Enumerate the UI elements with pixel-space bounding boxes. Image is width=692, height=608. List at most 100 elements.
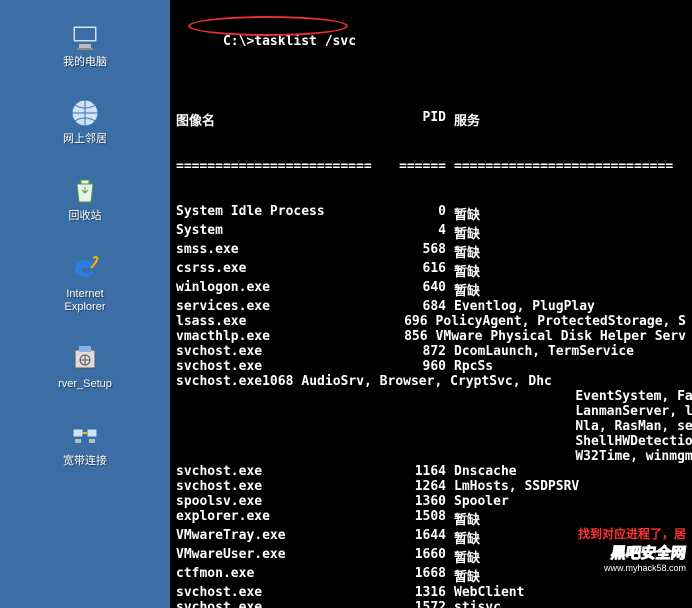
watermark: 找到对应进程了，居 黑吧安全网 www.myhack58.com: [578, 525, 686, 573]
process-services: 暂缺: [446, 547, 480, 566]
process-pid: 1068: [262, 374, 293, 464]
process-image-name: svchost.exe: [176, 359, 396, 374]
process-pid: 960: [396, 359, 446, 374]
process-pid: 1164: [396, 464, 446, 479]
desktop-icon-recycle[interactable]: 回收站: [50, 174, 120, 223]
process-pid: 1508: [396, 509, 446, 528]
process-row: svchost.exe960RpcSs: [176, 359, 686, 374]
process-image-name: winlogon.exe: [176, 280, 396, 299]
process-image-name: System: [176, 223, 396, 242]
process-pid: 4: [396, 223, 446, 242]
process-row: svchost.exe1264LmHosts, SSDPSRV: [176, 479, 686, 494]
table-divider: ========================= ====== =======…: [176, 159, 686, 174]
command-text: C:\>tasklist /svc: [223, 34, 356, 49]
process-services: VMware Physical Disk Helper Serv: [428, 329, 686, 344]
process-pid: 1644: [396, 528, 446, 547]
process-pid: 856: [381, 329, 428, 344]
process-pid: 696: [381, 314, 428, 329]
process-row: svchost.exe1068AudioSrv, Browser, CryptS…: [176, 374, 686, 464]
process-services: 暂缺: [446, 204, 480, 223]
process-pid: 1360: [396, 494, 446, 509]
desktop-icon-label: 我的电脑: [63, 56, 107, 69]
process-services: Spooler: [446, 494, 509, 509]
desktop-icon-network[interactable]: 网上邻居: [50, 97, 120, 146]
ie-icon: [69, 252, 101, 284]
process-pid: 616: [396, 261, 446, 280]
process-image-name: svchost.exe: [176, 344, 396, 359]
process-services: 暂缺: [446, 566, 480, 585]
process-row: System Idle Process0暂缺: [176, 204, 686, 223]
process-image-name: svchost.exe: [176, 600, 396, 608]
process-row: svchost.exe872DcomLaunch, TermService: [176, 344, 686, 359]
process-services: AudioSrv, Browser, CryptSvc, Dhc EventSy…: [293, 374, 692, 464]
process-row: vmacthlp.exe856VMware Physical Disk Help…: [176, 329, 686, 344]
watermark-url: www.myhack58.com: [578, 563, 686, 573]
process-image-name: VMwareUser.exe: [176, 547, 396, 566]
process-pid: 872: [396, 344, 446, 359]
process-services: WebClient: [446, 585, 524, 600]
desktop-icon-label: Internet Explorer: [65, 288, 106, 314]
network-icon: [69, 97, 101, 129]
header-pid: PID: [396, 110, 446, 129]
process-pid: 684: [396, 299, 446, 314]
process-services: 暂缺: [446, 280, 480, 299]
desktop-icon-broadband[interactable]: 宽带连接: [50, 419, 120, 468]
process-services: LmHosts, SSDPSRV: [446, 479, 579, 494]
process-image-name: ctfmon.exe: [176, 566, 396, 585]
header-service: 服务: [446, 110, 480, 129]
process-image-name: csrss.exe: [176, 261, 396, 280]
process-image-name: svchost.exe: [176, 464, 396, 479]
watermark-text: 黑吧安全网: [577, 542, 688, 563]
process-image-name: svchost.exe: [176, 374, 262, 464]
process-services: 暂缺: [446, 261, 480, 280]
annotation-text: 找到对应进程了，居: [578, 525, 686, 542]
process-services: Dnscache: [446, 464, 517, 479]
process-pid: 568: [396, 242, 446, 261]
process-services: PolicyAgent, ProtectedStorage, S: [428, 314, 686, 329]
desktop-icon-ie[interactable]: Internet Explorer: [50, 252, 120, 314]
process-row: lsass.exe696PolicyAgent, ProtectedStorag…: [176, 314, 686, 329]
process-row: svchost.exe1316WebClient: [176, 585, 686, 600]
process-image-name: services.exe: [176, 299, 396, 314]
process-image-name: spoolsv.exe: [176, 494, 396, 509]
desktop-icon-my-computer[interactable]: 我的电脑: [50, 20, 120, 69]
process-image-name: vmacthlp.exe: [176, 329, 381, 344]
desktop-icon-rver-setup[interactable]: rver_Setup: [50, 342, 120, 391]
process-pid: 1668: [396, 566, 446, 585]
process-services: 暂缺: [446, 242, 480, 261]
process-pid: 0: [396, 204, 446, 223]
process-services: 暂缺: [446, 223, 480, 242]
desktop-icon-label: 宽带连接: [63, 455, 107, 468]
process-services: DcomLaunch, TermService: [446, 344, 634, 359]
command-prompt-window[interactable]: C:\>tasklist /svc 图像名 PID 服务 ===========…: [170, 0, 692, 608]
process-services: 暂缺: [446, 528, 480, 547]
desktop-icon-label: 网上邻居: [63, 133, 107, 146]
desktop-icon-label: rver_Setup: [58, 378, 112, 391]
process-row: System4暂缺: [176, 223, 686, 242]
process-pid: 1572: [396, 600, 446, 608]
recycle-icon: [69, 174, 101, 206]
process-row: winlogon.exe640暂缺: [176, 280, 686, 299]
process-services: 暂缺: [446, 509, 480, 528]
process-image-name: VMwareTray.exe: [176, 528, 396, 547]
setup-icon: [69, 342, 101, 374]
command-prompt-line: C:\>tasklist /svc: [192, 19, 356, 79]
process-image-name: svchost.exe: [176, 585, 396, 600]
annotation-ellipse: [188, 16, 348, 36]
desktop-icons: 我的电脑 网上邻居 回收站 Internet Explorer rver_Set…: [0, 20, 170, 468]
process-services: stisvc: [446, 600, 501, 608]
process-row: services.exe684Eventlog, PlugPlay: [176, 299, 686, 314]
process-row: smss.exe568暂缺: [176, 242, 686, 261]
broadband-icon: [69, 419, 101, 451]
process-pid: 1660: [396, 547, 446, 566]
desktop-icon-label: 回收站: [69, 210, 102, 223]
table-header-row: 图像名 PID 服务: [176, 110, 686, 129]
process-services: Eventlog, PlugPlay: [446, 299, 595, 314]
process-image-name: System Idle Process: [176, 204, 396, 223]
process-pid: 1264: [396, 479, 446, 494]
process-image-name: explorer.exe: [176, 509, 396, 528]
process-pid: 640: [396, 280, 446, 299]
process-image-name: smss.exe: [176, 242, 396, 261]
process-row: svchost.exe1572stisvc: [176, 600, 686, 608]
header-image: 图像名: [176, 110, 396, 129]
